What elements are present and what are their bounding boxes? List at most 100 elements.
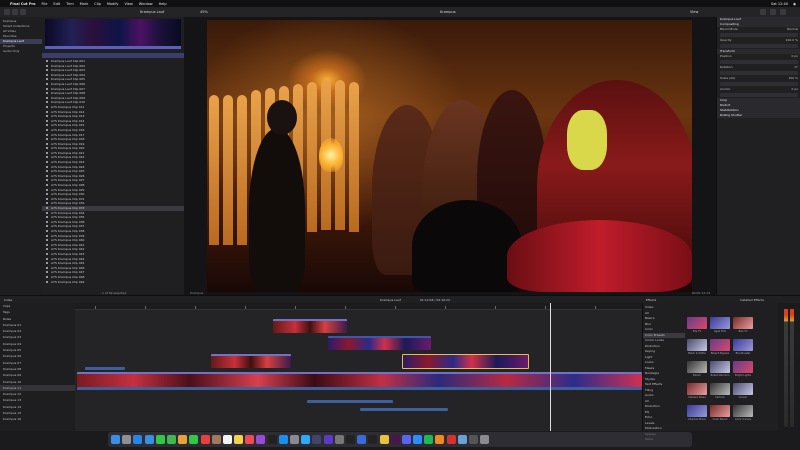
inspector-slider[interactable] xyxy=(720,71,798,75)
inspector-slider[interactable] xyxy=(720,60,798,64)
inspector-row[interactable]: Rolling Shutter xyxy=(717,113,800,118)
reminders-icon[interactable] xyxy=(222,435,232,444)
inspector-value[interactable]: 100 % xyxy=(788,76,798,81)
installed-effects[interactable]: Installed Effects xyxy=(740,298,764,302)
podcasts-icon[interactable] xyxy=(256,435,266,444)
menu-app[interactable]: Final Cut Pro xyxy=(10,2,36,6)
messages-icon[interactable] xyxy=(155,435,165,444)
menu-help[interactable]: Help xyxy=(159,2,167,6)
photoshop-icon[interactable] xyxy=(301,435,311,444)
launchpad-icon[interactable] xyxy=(122,435,132,444)
tv-icon[interactable] xyxy=(267,435,277,444)
contacts-icon[interactable] xyxy=(211,435,221,444)
effect-thumbnail[interactable] xyxy=(710,405,730,417)
view-menu[interactable]: View xyxy=(690,10,698,14)
effect-thumbnail[interactable] xyxy=(710,383,730,395)
finalcut-icon[interactable] xyxy=(312,435,322,444)
filmstrip-thumbnail[interactable] xyxy=(45,19,181,49)
settings-icon[interactable] xyxy=(290,435,299,444)
inspector-value[interactable]: 0 px xyxy=(791,54,798,59)
effect-thumbnail[interactable] xyxy=(733,361,753,373)
inspector-row[interactable]: Position 0 px xyxy=(717,54,800,59)
finder-icon[interactable] xyxy=(111,435,120,444)
effects-tab[interactable]: Effects xyxy=(646,298,656,302)
vlc-icon[interactable] xyxy=(435,435,445,444)
preview-icon[interactable] xyxy=(457,435,467,444)
facetime-icon[interactable] xyxy=(189,435,199,444)
effect-thumbnail[interactable] xyxy=(687,361,707,373)
inspector-value[interactable]: 0 px xyxy=(791,87,798,92)
inspector-slider[interactable] xyxy=(720,93,798,97)
timeline-toggle-icon[interactable] xyxy=(780,9,786,15)
inspector-row[interactable]: Rotation 0° xyxy=(717,65,800,70)
chrome-icon[interactable] xyxy=(379,435,389,444)
effect-thumbnail[interactable] xyxy=(710,361,730,373)
effect-thumbnail[interactable] xyxy=(733,317,753,329)
timeline-clip-selected[interactable] xyxy=(402,354,529,369)
inspector-row[interactable]: Opacity 100.0 % xyxy=(717,38,800,43)
motion-icon[interactable] xyxy=(323,435,333,444)
library-item[interactable]: Audio Only xyxy=(0,49,42,54)
activity-icon[interactable] xyxy=(469,435,478,444)
calendar-icon[interactable] xyxy=(200,435,210,444)
control-center-icon[interactable]: ◉ xyxy=(793,2,796,6)
photos-icon[interactable] xyxy=(178,435,188,444)
menu-modify[interactable]: Modify xyxy=(107,2,119,6)
terminal-icon[interactable] xyxy=(368,435,378,444)
music-icon[interactable] xyxy=(245,435,255,444)
video-frame[interactable] xyxy=(207,20,692,292)
effect-thumbnail[interactable] xyxy=(687,339,707,351)
acrobat-icon[interactable] xyxy=(446,435,456,444)
inspector-value[interactable]: 0° xyxy=(795,65,798,70)
inspector-row[interactable]: Blend Mode Normal xyxy=(717,27,800,32)
appstore-icon[interactable] xyxy=(278,435,288,444)
inspector-slider[interactable] xyxy=(720,82,798,86)
inspector-row[interactable]: Scale (All) 100 % xyxy=(717,76,800,81)
compressor-icon[interactable] xyxy=(334,435,344,444)
menu-view[interactable]: View xyxy=(124,2,132,6)
timeline-index-row[interactable]: Krampus 16 xyxy=(0,416,75,422)
slack-icon[interactable] xyxy=(390,435,400,444)
menu-window[interactable]: Window xyxy=(139,2,153,6)
import-media-icon[interactable] xyxy=(4,9,10,15)
timeline-ruler[interactable] xyxy=(75,303,646,310)
trash-icon[interactable] xyxy=(480,435,490,444)
inspector-toggle-icon[interactable] xyxy=(760,9,766,15)
menu-edit[interactable]: Edit xyxy=(53,2,60,6)
browser-clip-row[interactable]: A7S Krampus Clip 049 xyxy=(42,280,184,285)
background-tasks-icon[interactable] xyxy=(20,9,26,15)
menu-trim[interactable]: Trim xyxy=(66,2,73,6)
menu-clip[interactable]: Clip xyxy=(94,2,101,6)
inspector-slider[interactable] xyxy=(720,33,798,37)
inspector-value[interactable]: Normal xyxy=(787,27,798,32)
effect-thumbnail[interactable] xyxy=(710,339,730,351)
inspector-slider[interactable] xyxy=(720,44,798,48)
effect-thumbnail[interactable] xyxy=(733,339,753,351)
primary-storyline[interactable] xyxy=(77,372,642,387)
zoom-icon[interactable] xyxy=(413,435,423,444)
effect-thumbnail[interactable] xyxy=(687,405,707,417)
effect-thumbnail[interactable] xyxy=(687,317,707,329)
maps-icon[interactable] xyxy=(166,435,176,444)
logic-icon[interactable] xyxy=(345,435,355,444)
spotify-icon[interactable] xyxy=(424,435,434,444)
safari-icon[interactable] xyxy=(133,435,143,444)
share-icon[interactable] xyxy=(770,9,776,15)
effect-thumbnail[interactable] xyxy=(687,383,707,395)
audio-clip[interactable] xyxy=(360,408,448,411)
menu-mark[interactable]: Mark xyxy=(80,2,89,6)
mail-icon[interactable] xyxy=(144,435,154,444)
discord-icon[interactable] xyxy=(401,435,411,444)
menu-file[interactable]: File xyxy=(42,2,48,6)
xcode-icon[interactable] xyxy=(357,435,367,444)
effect-thumbnail[interactable] xyxy=(733,383,753,395)
timeline-clip[interactable] xyxy=(328,336,431,350)
audio-clip[interactable] xyxy=(307,400,393,403)
inspector-row[interactable]: Anchor 0 px xyxy=(717,87,800,92)
viewer-zoom[interactable]: 45% xyxy=(200,10,208,14)
audio-clip[interactable] xyxy=(85,367,125,370)
playhead[interactable] xyxy=(550,303,551,431)
menubar-clock[interactable]: Sat 12:40 xyxy=(771,2,788,6)
effect-thumbnail[interactable] xyxy=(710,317,730,329)
keyword-icon[interactable] xyxy=(12,9,18,15)
